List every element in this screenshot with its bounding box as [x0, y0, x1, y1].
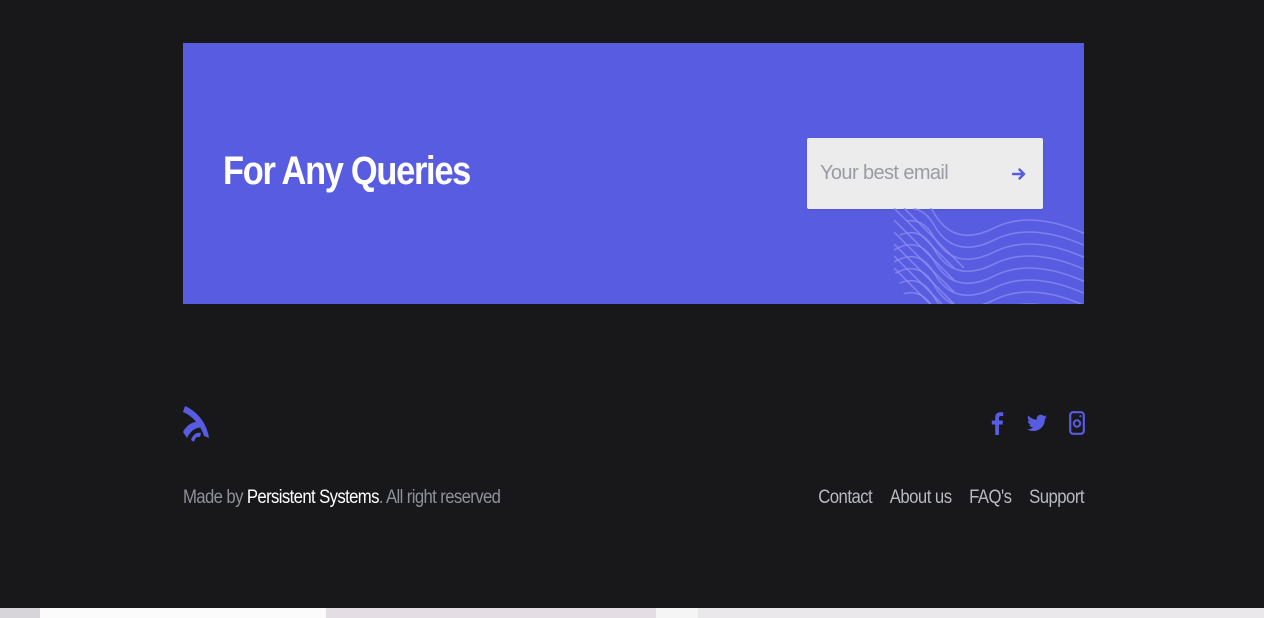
brand-logo-icon[interactable] [181, 398, 213, 446]
footer-link-support[interactable]: Support [1029, 487, 1084, 509]
page: For Any Queries Your best email Made by … [0, 0, 1264, 618]
company-name: Persistent Systems [246, 487, 380, 508]
footer-link-about[interactable]: About us [890, 487, 952, 509]
footer-nav: Contact About us FAQ's Support [818, 487, 1084, 509]
footer-link-contact[interactable]: Contact [818, 487, 872, 509]
twitter-link[interactable] [1022, 408, 1052, 438]
copyright-suffix: . All right reserved [378, 487, 501, 508]
facebook-icon [991, 412, 1004, 435]
newsletter-cta: For Any Queries [183, 43, 1084, 304]
copyright-text: Made by Persistent Systems. All right re… [183, 487, 501, 509]
copyright-prefix: Made by [183, 487, 247, 508]
footer-link-faq[interactable]: FAQ's [969, 487, 1012, 509]
email-form [807, 138, 1043, 209]
arrow-right-icon [1011, 168, 1026, 180]
wave-pattern-decoration [894, 208, 1084, 304]
instagram-link[interactable] [1062, 408, 1092, 438]
instagram-icon [1069, 411, 1085, 435]
email-input[interactable] [807, 138, 997, 209]
facebook-link[interactable] [982, 408, 1012, 438]
cta-title: For Any Queries [223, 149, 471, 193]
twitter-icon [1027, 414, 1047, 431]
bottom-edge-strip [0, 608, 1264, 618]
submit-button[interactable] [1001, 156, 1037, 192]
